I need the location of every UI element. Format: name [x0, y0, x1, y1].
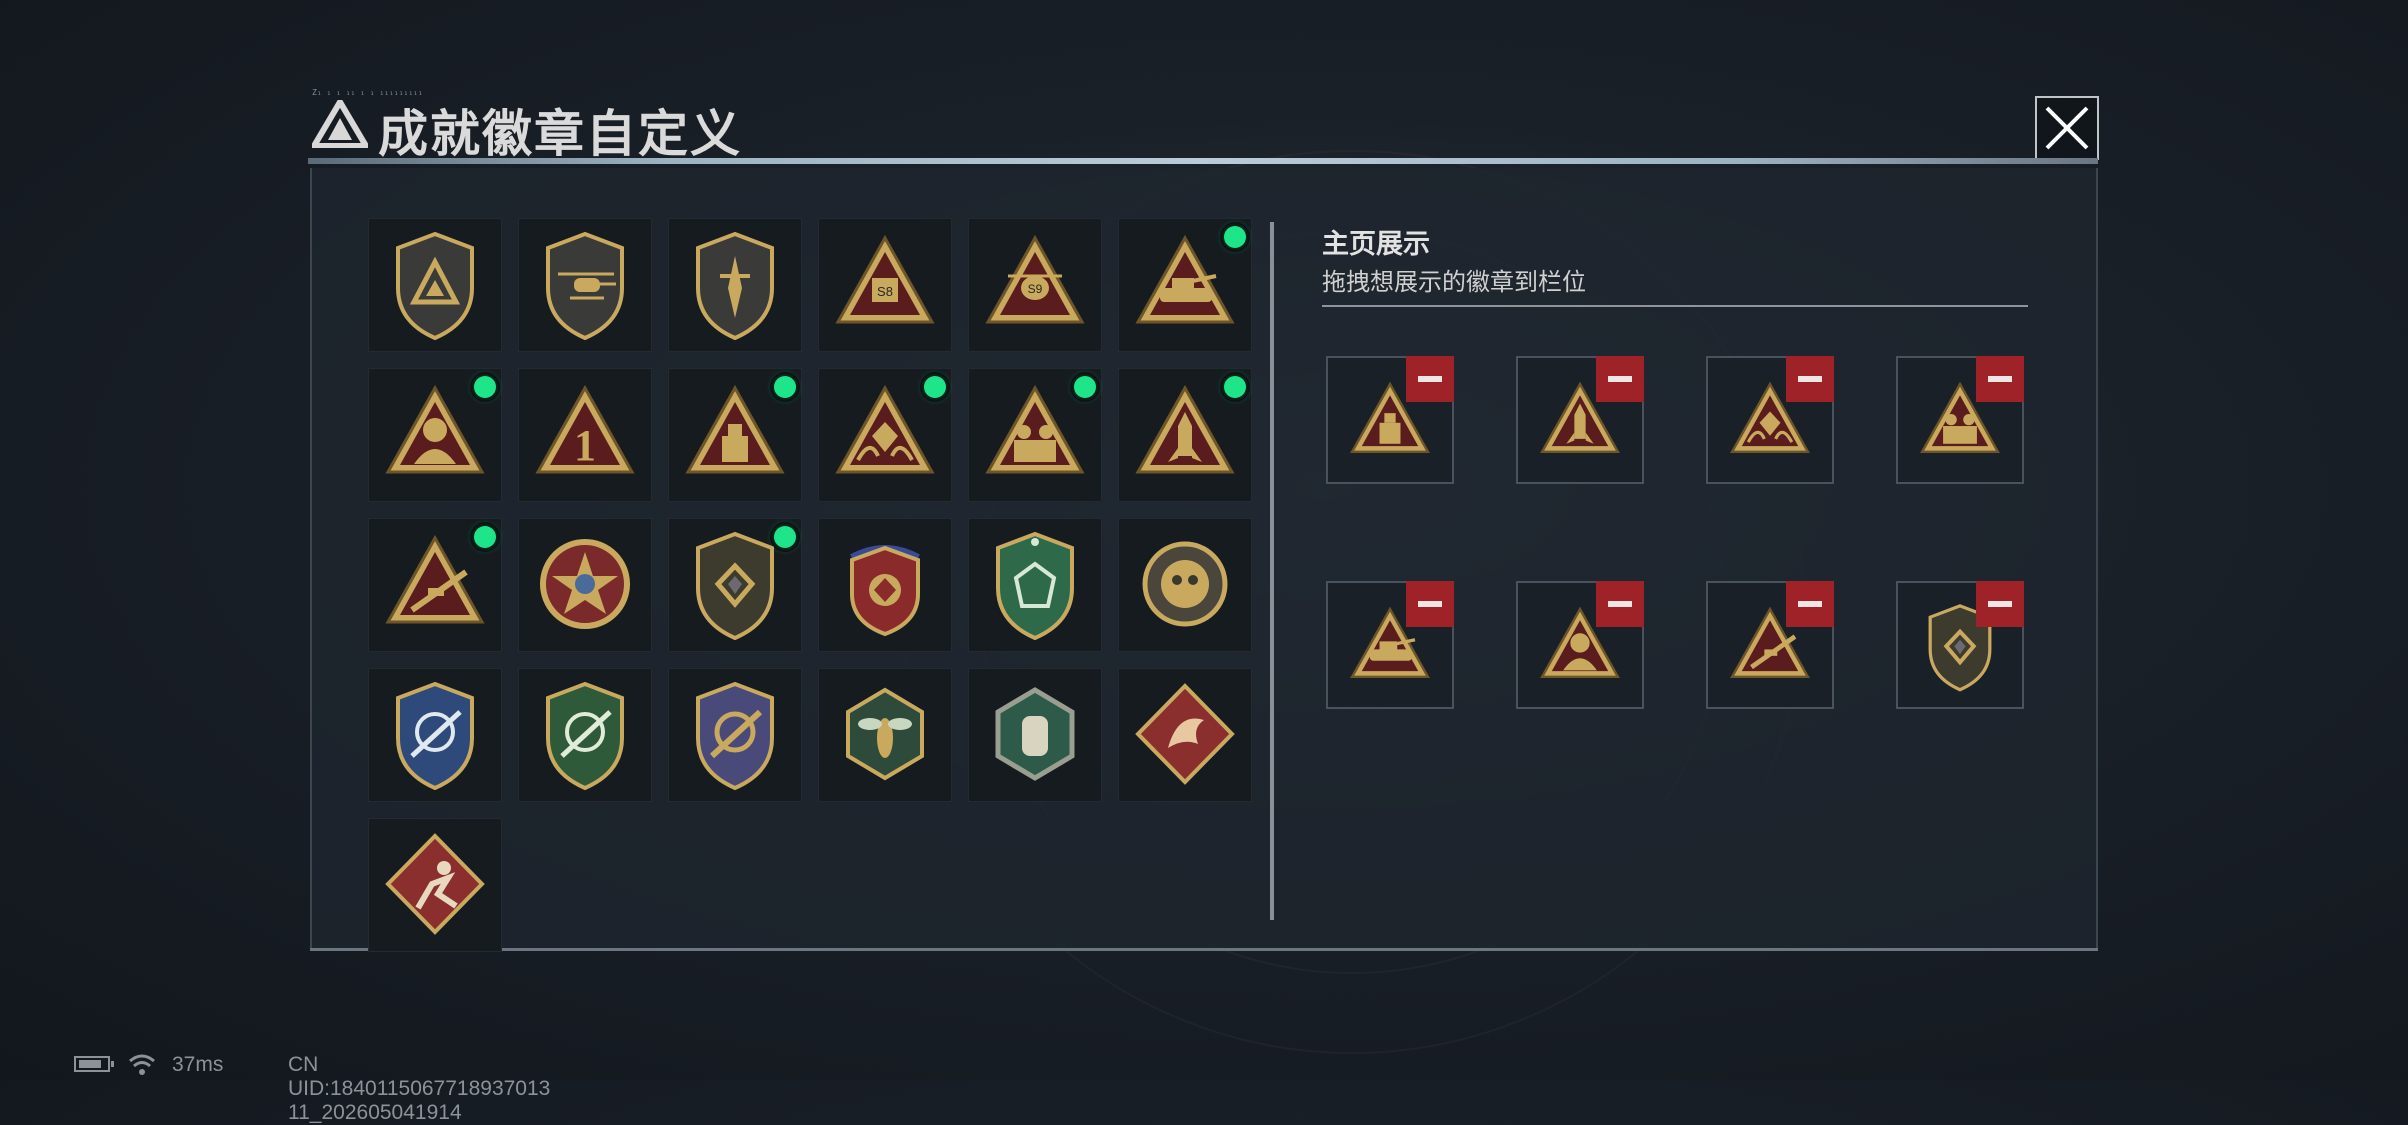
showcase-slot[interactable] [1896, 356, 2024, 484]
badge-tile-shield-helicopter[interactable] [518, 218, 652, 352]
header-divider [308, 158, 2098, 164]
gold-rifle-crest-badge-icon [696, 681, 774, 791]
svg-text:1: 1 [574, 421, 596, 470]
new-indicator-dot [774, 526, 796, 548]
showcase-divider [1322, 305, 2028, 307]
panel-bottom-border [310, 948, 2098, 951]
new-indicator-dot [1224, 226, 1246, 248]
badge-tile-round-skull[interactable] [1118, 518, 1252, 652]
round-star-badge-icon [540, 539, 630, 629]
badge-tile-crest-stars[interactable] [818, 518, 952, 652]
remove-badge-button[interactable] [1786, 581, 1834, 627]
showcase-slot[interactable] [1516, 581, 1644, 709]
new-indicator-dot [924, 376, 946, 398]
badge-tile-triangle-hands-diamond[interactable] [818, 368, 952, 502]
badge-tile-hexagon-wasp[interactable] [818, 668, 952, 802]
vertical-divider [1270, 222, 1274, 920]
badge-tile-shield-dagger[interactable] [668, 218, 802, 352]
close-x-icon [2045, 106, 2089, 150]
remove-badge-button[interactable] [1786, 356, 1834, 402]
showcase-slot[interactable] [1706, 581, 1834, 709]
dialog-title: 成就徽章自定义 [378, 106, 742, 162]
remove-badge-button[interactable] [1596, 581, 1644, 627]
triangle-number-one-badge-icon: 1 [535, 384, 635, 474]
svg-text:S9: S9 [1028, 282, 1043, 296]
new-indicator-dot [774, 376, 796, 398]
showcase-slot[interactable] [1706, 356, 1834, 484]
badge-tile-triangle-number-one[interactable]: 1 [518, 368, 652, 502]
badge-tile-triangle-soldier[interactable] [368, 368, 502, 502]
badge-tile-green-gem[interactable] [968, 518, 1102, 652]
badge-tile-triangle-squad[interactable] [968, 368, 1102, 502]
triangle-s9-badge-icon: S9 [985, 234, 1085, 324]
remove-badge-button[interactable] [1976, 356, 2024, 402]
showcase-slot[interactable] [1516, 356, 1644, 484]
shield-logo-badge-icon [396, 231, 474, 341]
battery-tip [111, 1061, 114, 1067]
showcase-title: 主页展示 [1322, 229, 1430, 259]
badge-tile-gold-rifle-crest[interactable] [668, 668, 802, 802]
badge-tile-diamond-runner[interactable] [368, 818, 502, 952]
badge-tile-green-rifle-crest[interactable] [518, 668, 652, 802]
shield-dagger-badge-icon [696, 231, 774, 341]
showcase-subtitle: 拖拽想展示的徽章到栏位 [1322, 269, 1586, 296]
hexagon-fist-badge-icon [995, 687, 1075, 781]
showcase-slot[interactable] [1326, 581, 1454, 709]
badge-tile-diamond-dragon[interactable] [1118, 668, 1252, 802]
badge-tile-hexagon-fist[interactable] [968, 668, 1102, 802]
new-indicator-dot [1074, 376, 1096, 398]
badge-tile-triangle-sniper[interactable] [368, 518, 502, 652]
badge-tile-round-star[interactable] [518, 518, 652, 652]
wifi-icon [129, 1054, 155, 1075]
green-gem-badge-icon [996, 531, 1074, 641]
latency-text: 37ms [172, 1053, 224, 1076]
green-rifle-crest-badge-icon [546, 681, 624, 791]
diamond-dragon-badge-icon [1135, 683, 1235, 785]
showcase-slot[interactable] [1896, 581, 2024, 709]
diamond-runner-badge-icon [385, 833, 485, 935]
showcase-slot[interactable] [1326, 356, 1454, 484]
badge-tile-triangle-usb[interactable] [668, 368, 802, 502]
badge-tile-blue-rifle-crest[interactable] [368, 668, 502, 802]
blue-rifle-crest-badge-icon [396, 681, 474, 791]
round-skull-badge-icon [1142, 541, 1228, 627]
dialog-header: Z₁ ₁ ₁ ₁₁ ₁ ₁ ₁₁₁₁₁₁₁₁₁ 成就徽章自定义 [308, 88, 2098, 162]
crest-stars-badge-icon [850, 545, 920, 637]
triangle-s8-badge-icon: S8 [835, 234, 935, 324]
game-logo-icon [312, 100, 368, 148]
remove-badge-button[interactable] [1406, 356, 1454, 402]
badge-tile-triangle-vehicle[interactable] [1118, 218, 1252, 352]
remove-badge-button[interactable] [1596, 356, 1644, 402]
badge-tile-triangle-s8[interactable]: S8 [818, 218, 952, 352]
badge-tile-shield-diamond[interactable] [668, 518, 802, 652]
badge-tile-triangle-rocket[interactable] [1118, 368, 1252, 502]
remove-badge-button[interactable] [1406, 581, 1454, 627]
new-indicator-dot [474, 526, 496, 548]
new-indicator-dot [1224, 376, 1246, 398]
battery-icon [74, 1056, 110, 1072]
close-button[interactable] [2035, 96, 2099, 160]
shield-helicopter-badge-icon [546, 231, 624, 341]
uid-text: CN UID:1840115067718937013​11_2026050419… [288, 1053, 551, 1124]
badge-tile-shield-logo[interactable] [368, 218, 502, 352]
remove-badge-button[interactable] [1976, 581, 2024, 627]
svg-text:S8: S8 [877, 284, 893, 299]
new-indicator-dot [474, 376, 496, 398]
hexagon-wasp-badge-icon [846, 687, 924, 781]
badge-tile-triangle-s9[interactable]: S9 [968, 218, 1102, 352]
